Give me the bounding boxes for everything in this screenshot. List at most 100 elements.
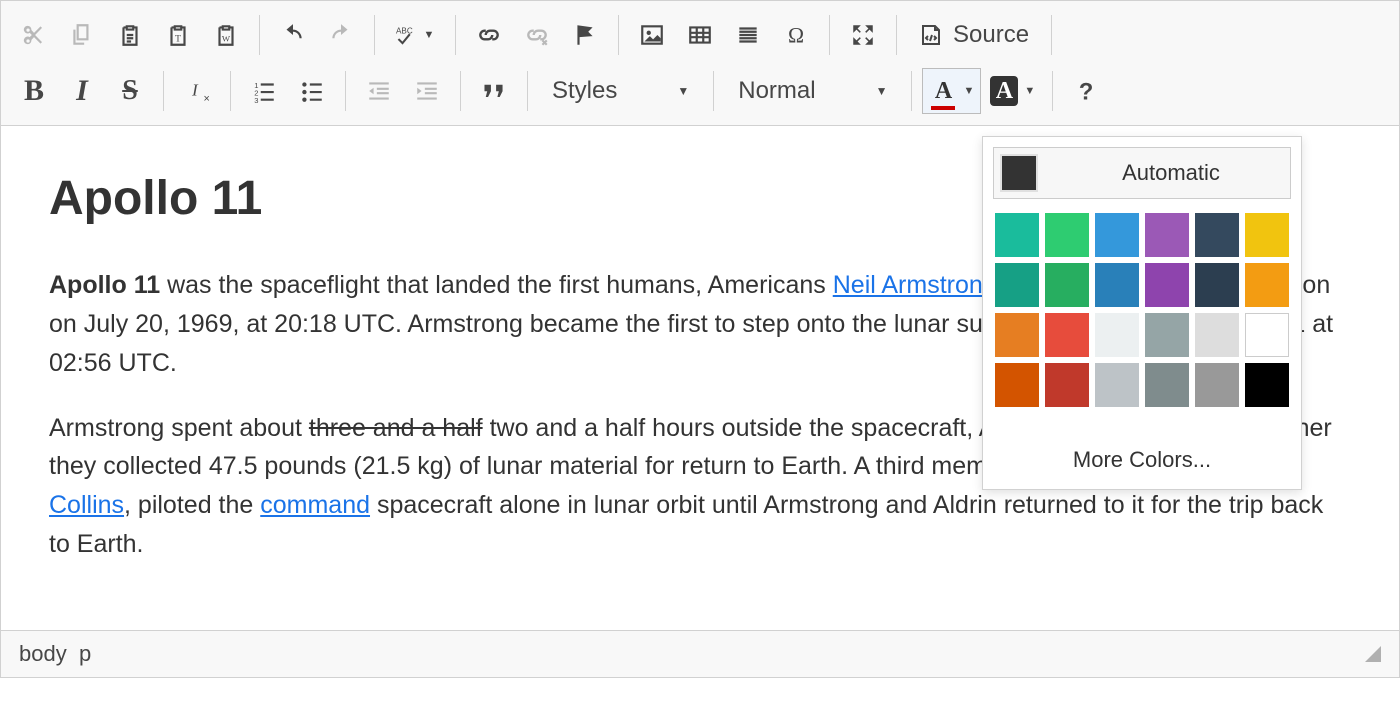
- svg-text:T: T: [175, 34, 181, 45]
- about-button[interactable]: ?: [1063, 68, 1109, 114]
- separator: [230, 71, 231, 111]
- svg-text:W: W: [222, 34, 231, 44]
- styles-combo-label: Styles: [552, 77, 617, 105]
- link-button[interactable]: [466, 12, 512, 58]
- lines-icon: [735, 22, 761, 48]
- color-swatch[interactable]: [1145, 313, 1189, 357]
- svg-text:×: ×: [204, 93, 210, 104]
- strikethrough-button[interactable]: S: [107, 68, 153, 114]
- path-body[interactable]: body: [19, 641, 67, 666]
- color-swatch[interactable]: [1095, 263, 1139, 307]
- maximize-icon: [850, 22, 876, 48]
- color-swatch[interactable]: [995, 213, 1039, 257]
- color-swatch[interactable]: [1045, 363, 1089, 407]
- color-swatch[interactable]: [995, 363, 1039, 407]
- link-command[interactable]: command: [260, 491, 370, 519]
- color-swatch[interactable]: [1195, 263, 1239, 307]
- paste-button[interactable]: [107, 12, 153, 58]
- more-colors-button[interactable]: More Colors...: [993, 437, 1291, 479]
- path-p[interactable]: p: [79, 641, 91, 666]
- toolbar: T W ABC ▼: [1, 1, 1399, 126]
- color-swatch[interactable]: [1195, 313, 1239, 357]
- color-swatch[interactable]: [1245, 363, 1289, 407]
- paste-text-button[interactable]: T: [155, 12, 201, 58]
- horizontal-rule-button[interactable]: [725, 12, 771, 58]
- separator: [163, 71, 164, 111]
- image-button[interactable]: [629, 12, 675, 58]
- struck-text: three and a half: [309, 414, 483, 442]
- source-button[interactable]: Source: [907, 12, 1041, 58]
- outdent-icon: [366, 78, 392, 104]
- text-color-panel: Automatic More Colors...: [982, 136, 1302, 490]
- link-neil-armstrong[interactable]: Neil Armstrong: [833, 271, 997, 299]
- format-combo-label: Normal: [738, 77, 815, 105]
- italic-button[interactable]: I: [59, 68, 105, 114]
- cut-button[interactable]: [11, 12, 57, 58]
- table-button[interactable]: [677, 12, 723, 58]
- automatic-color-button[interactable]: Automatic: [993, 147, 1291, 199]
- color-swatch[interactable]: [1095, 313, 1139, 357]
- svg-text:?: ?: [1079, 79, 1094, 104]
- color-swatch[interactable]: [1095, 213, 1139, 257]
- text-color-icon: A: [929, 76, 957, 106]
- automatic-label: Automatic: [1058, 160, 1284, 186]
- color-swatch[interactable]: [1095, 363, 1139, 407]
- svg-text:3: 3: [254, 96, 258, 104]
- undo-button[interactable]: [270, 12, 316, 58]
- color-swatch[interactable]: [1245, 213, 1289, 257]
- color-swatch[interactable]: [1145, 363, 1189, 407]
- numbered-list-button[interactable]: 123: [241, 68, 287, 114]
- color-swatch[interactable]: [1145, 213, 1189, 257]
- spellcheck-button[interactable]: ABC ▼: [385, 12, 445, 58]
- automatic-swatch: [1000, 154, 1038, 192]
- color-swatch[interactable]: [995, 313, 1039, 357]
- outdent-button[interactable]: [356, 68, 402, 114]
- unlink-icon: [524, 22, 550, 48]
- color-swatch[interactable]: [1045, 263, 1089, 307]
- color-swatch[interactable]: [1195, 363, 1239, 407]
- bold-button[interactable]: B: [11, 68, 57, 114]
- color-swatch[interactable]: [1145, 263, 1189, 307]
- toolbar-row-1: T W ABC ▼: [11, 7, 1389, 63]
- blockquote-button[interactable]: ❜❜: [471, 68, 517, 114]
- copy-button[interactable]: [59, 12, 105, 58]
- color-swatch[interactable]: [1245, 313, 1289, 357]
- unlink-button[interactable]: [514, 12, 560, 58]
- text-color-button[interactable]: A ▼: [922, 68, 981, 114]
- spellcheck-icon: ABC: [396, 22, 422, 48]
- maximize-button[interactable]: [840, 12, 886, 58]
- svg-text:Ω: Ω: [788, 24, 804, 48]
- bold-text: Apollo 11: [49, 271, 160, 299]
- link-icon: [476, 22, 502, 48]
- paste-word-button[interactable]: W: [203, 12, 249, 58]
- chevron-down-icon: ▼: [876, 84, 888, 98]
- color-swatch[interactable]: [1045, 213, 1089, 257]
- remove-format-icon: I×: [184, 78, 210, 104]
- color-swatch[interactable]: [1195, 213, 1239, 257]
- source-label: Source: [953, 21, 1029, 49]
- chevron-down-icon: ▼: [677, 84, 689, 98]
- resize-grip[interactable]: [1365, 646, 1381, 662]
- color-swatch[interactable]: [995, 263, 1039, 307]
- redo-icon: [328, 22, 354, 48]
- chevron-down-icon: ▼: [424, 29, 435, 41]
- background-color-button[interactable]: A ▼: [983, 68, 1042, 114]
- redo-button[interactable]: [318, 12, 364, 58]
- indent-button[interactable]: [404, 68, 450, 114]
- separator: [1052, 71, 1053, 111]
- flag-icon: [572, 22, 598, 48]
- element-path[interactable]: body p: [19, 641, 91, 667]
- svg-text:I: I: [191, 80, 199, 99]
- remove-format-button[interactable]: I×: [174, 68, 220, 114]
- format-combo[interactable]: Normal ▼: [724, 68, 901, 114]
- scissors-icon: [21, 22, 47, 48]
- toolbar-row-2: B I S I× 123 ❜❜ Sty: [11, 63, 1389, 119]
- anchor-button[interactable]: [562, 12, 608, 58]
- editor-container: T W ABC ▼: [0, 0, 1400, 678]
- color-swatch[interactable]: [1245, 263, 1289, 307]
- special-char-button[interactable]: Ω: [773, 12, 819, 58]
- bullet-list-button[interactable]: [289, 68, 335, 114]
- table-icon: [687, 22, 713, 48]
- styles-combo[interactable]: Styles ▼: [538, 68, 703, 114]
- color-swatch[interactable]: [1045, 313, 1089, 357]
